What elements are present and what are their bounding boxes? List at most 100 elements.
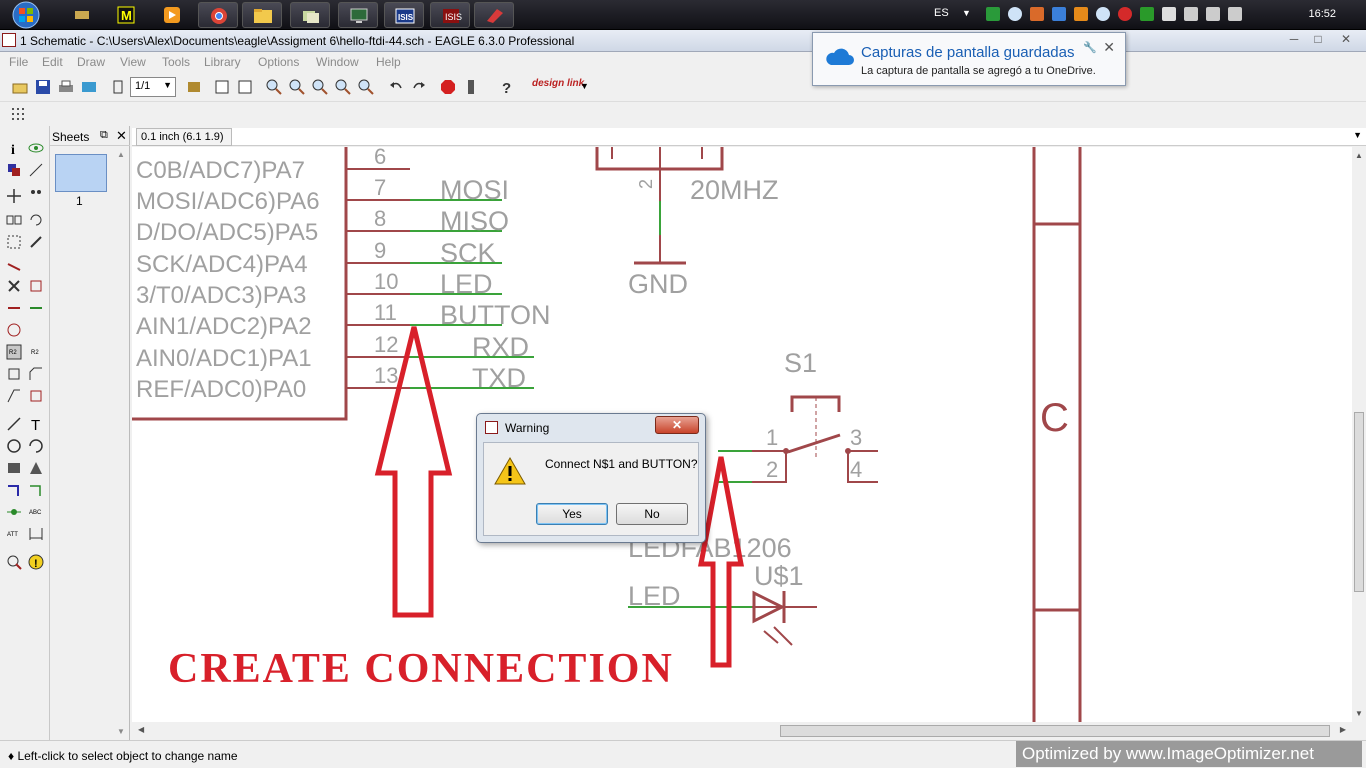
undo-icon[interactable] xyxy=(388,79,404,95)
command-line-dropdown-icon[interactable]: ▼ xyxy=(1353,130,1362,140)
junction-icon[interactable] xyxy=(6,504,22,520)
circle-icon[interactable] xyxy=(6,438,22,454)
sheet-select[interactable]: 1/1 ▼ xyxy=(130,77,176,97)
run-script-icon[interactable] xyxy=(214,79,230,95)
taskbar-monitor-icon[interactable] xyxy=(338,2,378,28)
schematic-canvas[interactable]: C0B/ADC7)PA7 MOSI/ADC6)PA6 D/DO/ADC5)PA5… xyxy=(132,147,1352,722)
go-icon[interactable] xyxy=(463,79,479,95)
menu-window[interactable]: Window xyxy=(316,55,359,69)
yes-button[interactable]: Yes xyxy=(536,503,608,525)
grid-icon[interactable] xyxy=(10,106,26,122)
move-icon[interactable] xyxy=(6,188,22,204)
tray-expand-icon[interactable]: ▼ xyxy=(962,8,971,18)
show-icon[interactable] xyxy=(28,140,44,156)
tray-dropbox-icon[interactable] xyxy=(1052,7,1066,21)
dimension-icon[interactable] xyxy=(28,526,44,542)
scroll-up-icon[interactable]: ▲ xyxy=(1355,151,1363,160)
scroll-left-icon[interactable]: ◀ xyxy=(138,725,144,734)
help-icon[interactable]: ? xyxy=(498,79,514,95)
menu-help[interactable]: Help xyxy=(376,55,401,69)
arc-icon[interactable] xyxy=(28,438,44,454)
horizontal-scrollbar[interactable]: ◀ ▶ xyxy=(132,722,1352,740)
taskbar-chrome-icon[interactable] xyxy=(198,2,238,28)
windows-start-icon[interactable] xyxy=(4,0,44,30)
paste-icon[interactable] xyxy=(6,256,22,272)
add-icon[interactable] xyxy=(28,278,44,294)
copy-icon[interactable] xyxy=(28,188,44,204)
close-button[interactable]: ✕ xyxy=(1334,32,1358,48)
wrench-icon[interactable]: 🔧 xyxy=(1083,41,1097,54)
clock[interactable]: 16:52 xyxy=(1308,8,1336,20)
menu-library[interactable]: Library xyxy=(204,55,241,69)
menu-file[interactable]: File xyxy=(9,55,28,69)
text-icon[interactable]: T xyxy=(28,416,44,432)
value-icon[interactable]: R2 xyxy=(28,344,44,360)
taskbar-app-chip-icon[interactable] xyxy=(62,2,102,28)
horizontal-scroll-thumb[interactable] xyxy=(780,725,1330,737)
net-icon[interactable] xyxy=(28,482,44,498)
bus-icon[interactable] xyxy=(6,482,22,498)
polygon-icon[interactable] xyxy=(28,460,44,476)
menu-options[interactable]: Options xyxy=(258,55,299,69)
zoom-in-icon[interactable] xyxy=(289,79,305,95)
notification-toast[interactable]: Capturas de pantalla guardadas La captur… xyxy=(812,32,1126,86)
save-icon[interactable] xyxy=(35,79,51,95)
taskbar-media-player-icon[interactable] xyxy=(152,2,192,28)
dialog-close-button[interactable]: ✕ xyxy=(655,416,699,434)
errors-icon[interactable]: ! xyxy=(28,554,44,570)
cam-processor-icon[interactable] xyxy=(81,79,97,95)
taskbar-isis-icon[interactable]: ISIS xyxy=(384,2,424,28)
tray-volume-icon[interactable] xyxy=(1228,7,1242,21)
replace-icon[interactable] xyxy=(28,300,44,316)
scroll-down-icon[interactable]: ▼ xyxy=(1355,709,1363,718)
menu-draw[interactable]: Draw xyxy=(77,55,105,69)
minimize-button[interactable]: ─ xyxy=(1282,32,1306,48)
tray-cloud-icon[interactable] xyxy=(1008,7,1022,21)
taskbar-app-red-icon[interactable]: ISIS xyxy=(430,2,470,28)
erc-icon[interactable] xyxy=(6,554,22,570)
change-icon[interactable] xyxy=(28,234,44,250)
mark-icon[interactable] xyxy=(28,162,44,178)
tray-network-icon[interactable] xyxy=(1206,7,1220,21)
rotate-icon[interactable] xyxy=(28,212,44,228)
maximize-button[interactable]: □ xyxy=(1306,32,1330,48)
taskbar-folders-icon[interactable] xyxy=(290,2,330,28)
wire-icon[interactable] xyxy=(6,416,22,432)
tray-green-icon[interactable] xyxy=(986,7,1000,21)
split-icon[interactable] xyxy=(6,388,22,404)
name-icon[interactable]: R2 xyxy=(6,344,22,360)
group-icon[interactable] xyxy=(6,234,22,250)
designlink-dropdown-icon[interactable]: ▼ xyxy=(580,81,589,91)
taskbar-app-m-icon[interactable]: M xyxy=(106,2,146,28)
pinswap-icon[interactable] xyxy=(6,300,22,316)
notification-close-icon[interactable]: ✕ xyxy=(1103,39,1115,56)
tray-firefox-icon[interactable] xyxy=(1074,7,1088,21)
tray-mcafee-icon[interactable] xyxy=(1118,7,1132,21)
language-indicator[interactable]: ES xyxy=(934,7,949,19)
mirror-icon[interactable] xyxy=(6,212,22,228)
vertical-scroll-thumb[interactable] xyxy=(1354,412,1364,592)
vertical-scrollbar[interactable]: ▲ ▼ xyxy=(1352,147,1366,722)
tray-battery-icon[interactable] xyxy=(1184,7,1198,21)
tray-onedrive-icon[interactable] xyxy=(1096,7,1110,21)
redraw-icon[interactable] xyxy=(335,79,351,95)
delete-icon[interactable] xyxy=(6,278,22,294)
stop-icon[interactable] xyxy=(440,79,456,95)
invoke-icon[interactable] xyxy=(28,388,44,404)
display-icon[interactable] xyxy=(6,162,22,178)
sheet-thumbnail[interactable] xyxy=(55,154,107,192)
eagle-app-icon[interactable] xyxy=(2,33,16,47)
designlink-button[interactable]: design link xyxy=(532,78,584,89)
zoom-fit-icon[interactable] xyxy=(266,79,282,95)
sheets-scrollbar[interactable]: ▲ ▼ xyxy=(115,148,127,738)
gateswap-icon[interactable] xyxy=(6,322,22,338)
zoom-select-icon[interactable] xyxy=(358,79,374,95)
scroll-right-icon[interactable]: ▶ xyxy=(1340,725,1346,734)
info-icon[interactable]: i xyxy=(6,140,22,156)
dialog-titlebar[interactable]: Warning ✕ xyxy=(477,414,705,440)
menu-tools[interactable]: Tools xyxy=(162,55,190,69)
attribute-icon[interactable]: ATT xyxy=(6,526,22,542)
no-button[interactable]: No xyxy=(616,503,688,525)
label-icon[interactable]: ABC xyxy=(28,504,44,520)
scroll-up-icon[interactable]: ▲ xyxy=(117,150,125,159)
